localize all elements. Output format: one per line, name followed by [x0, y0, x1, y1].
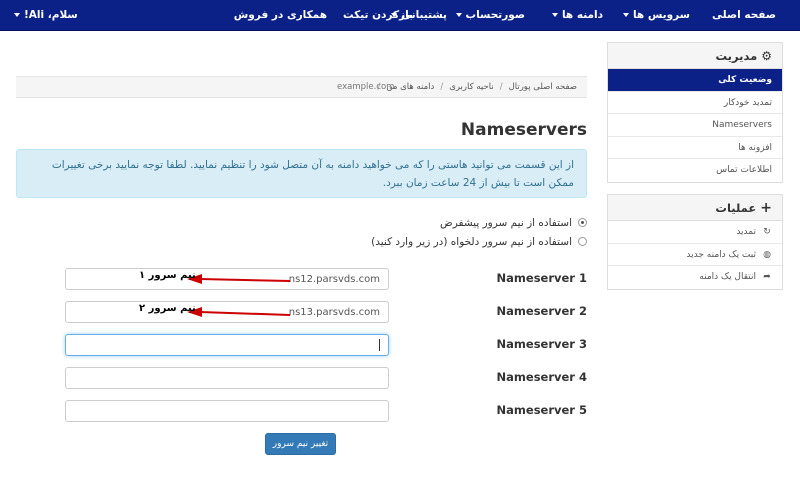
actions-panel-header: +عملیات — [608, 195, 782, 221]
sidebar-item-label: انتقال یک دامنه — [699, 272, 756, 282]
sidebar-item-nameservers[interactable]: Nameservers — [608, 114, 782, 137]
sidebar-item-label: Nameservers — [712, 120, 772, 130]
chevron-down-icon — [551, 13, 558, 17]
page-title: Nameservers — [460, 120, 587, 140]
option-default-nameservers[interactable]: استفاده از نیم سرور پیشفرض — [440, 217, 587, 229]
nameserver-3-label: Nameserver 3 — [496, 337, 587, 351]
nameserver-5-input[interactable] — [65, 400, 389, 422]
top-navbar: صفحه اصلی سرویس ها دامنه ها صورتحساب پشت… — [0, 0, 800, 31]
nav-services[interactable]: سرویس ها — [619, 0, 690, 31]
sidebar-item-label: اطلاعات تماس — [716, 165, 772, 175]
breadcrumb-link-client-area[interactable]: ناحیه کاربری — [449, 82, 493, 92]
sidebar-item-label: تمدید خودکار — [723, 97, 772, 108]
nav-domains[interactable]: دامنه ها — [548, 0, 603, 31]
nameserver-2-input[interactable] — [65, 301, 389, 323]
sidebar-item-register-domain[interactable]: ◍ ثبت یک دامنه جدید — [608, 244, 782, 266]
nameserver-3-input[interactable] — [65, 334, 389, 356]
sidebar-item-renew[interactable]: ↻ تمدید — [608, 221, 782, 244]
nameserver-5-label: Nameserver 5 — [496, 403, 587, 417]
actions-panel: +عملیات ↻ تمدید ◍ ثبت یک دامنه جدید ➦ انتقا… — [607, 194, 783, 290]
plus-icon: + — [760, 200, 772, 216]
sidebar-item-label: تمدید — [736, 227, 756, 237]
sidebar-item-label: وضعیت کلی — [718, 75, 772, 85]
option-custom-nameservers[interactable]: استفاده از نیم سرور دلخواه (در زیر وارد … — [371, 236, 587, 248]
nameserver-4-input[interactable] — [65, 367, 389, 389]
nav-services-label: سرویس ها — [632, 9, 690, 21]
manage-panel-header: ⚙مدیریت — [608, 43, 782, 69]
radio-custom-nameservers[interactable] — [578, 237, 587, 246]
manage-panel: ⚙مدیریت وضعیت کلی تمدید خودکار Nameserve… — [607, 42, 783, 183]
manage-panel-title: مدیریت — [715, 49, 758, 63]
nav-billing[interactable]: صورتحساب — [452, 0, 525, 31]
sidebar-item-overview[interactable]: وضعیت کلی — [608, 69, 782, 92]
gear-icon: ⚙ — [761, 49, 772, 63]
sidebar-item-contact-info[interactable]: اطلاعات تماس — [608, 159, 782, 182]
chevron-down-icon — [14, 13, 20, 17]
sidebar-item-auto-renew[interactable]: تمدید خودکار — [608, 92, 782, 114]
change-nameservers-button[interactable]: تغییر نیم سرور — [265, 433, 336, 455]
breadcrumb: صفحه اصلی پورتال/ناحیه کاربری/دامنه های … — [16, 76, 587, 98]
nav-affiliates-label: همکاری در فروش — [233, 9, 327, 21]
nav-open-ticket-label: بازکردن تیکت — [342, 9, 413, 21]
share-icon: ➦ — [763, 272, 771, 282]
globe-icon: ◍ — [763, 249, 771, 260]
breadcrumb-current-domain: example.com — [337, 82, 395, 92]
chevron-down-icon — [622, 13, 629, 17]
user-greeting-label: سلام، Ali! — [24, 9, 78, 21]
info-alert: از این قسمت می توانید هاستی را که می خوا… — [16, 149, 587, 198]
nav-domains-label: دامنه ها — [561, 9, 603, 21]
nameserver-2-label: Nameserver 2 — [496, 304, 587, 318]
nav-open-ticket[interactable]: بازکردن تیکت — [343, 0, 413, 31]
sidebar-item-label: ثبت یک دامنه جدید — [686, 249, 756, 260]
annotation-nameserver-2: نیم سرور ۲ — [139, 303, 196, 314]
chevron-down-icon — [455, 13, 462, 17]
annotation-nameserver-1: نیم سرور ۱ — [139, 270, 196, 281]
text-cursor — [379, 339, 380, 351]
nav-home[interactable]: صفحه اصلی — [712, 0, 776, 31]
actions-panel-title: عملیات — [715, 201, 757, 215]
option-default-label: استفاده از نیم سرور پیشفرض — [440, 217, 572, 229]
sidebar-item-addons[interactable]: افزونه ها — [608, 137, 782, 159]
nav-home-label: صفحه اصلی — [712, 9, 776, 21]
user-greeting[interactable]: سلام، Ali! — [10, 0, 78, 31]
breadcrumb-separator: / — [440, 82, 444, 92]
breadcrumb-separator: / — [499, 82, 503, 92]
nav-billing-label: صورتحساب — [465, 9, 525, 21]
sidebar-item-label: افزونه ها — [738, 142, 772, 153]
info-alert-text: از این قسمت می توانید هاستی را که می خوا… — [51, 159, 574, 189]
breadcrumb-link-portal-home[interactable]: صفحه اصلی پورتال — [509, 82, 577, 92]
refresh-icon: ↻ — [763, 227, 771, 237]
nameserver-4-label: Nameserver 4 — [496, 370, 587, 384]
option-custom-label: استفاده از نیم سرور دلخواه (در زیر وارد … — [371, 236, 572, 248]
sidebar-item-transfer-domain[interactable]: ➦ انتقال یک دامنه — [608, 266, 782, 289]
nameserver-1-input[interactable] — [65, 268, 389, 290]
nav-affiliates[interactable]: همکاری در فروش — [234, 0, 327, 31]
radio-default-nameservers[interactable] — [578, 218, 587, 227]
nameserver-1-label: Nameserver 1 — [496, 271, 587, 285]
